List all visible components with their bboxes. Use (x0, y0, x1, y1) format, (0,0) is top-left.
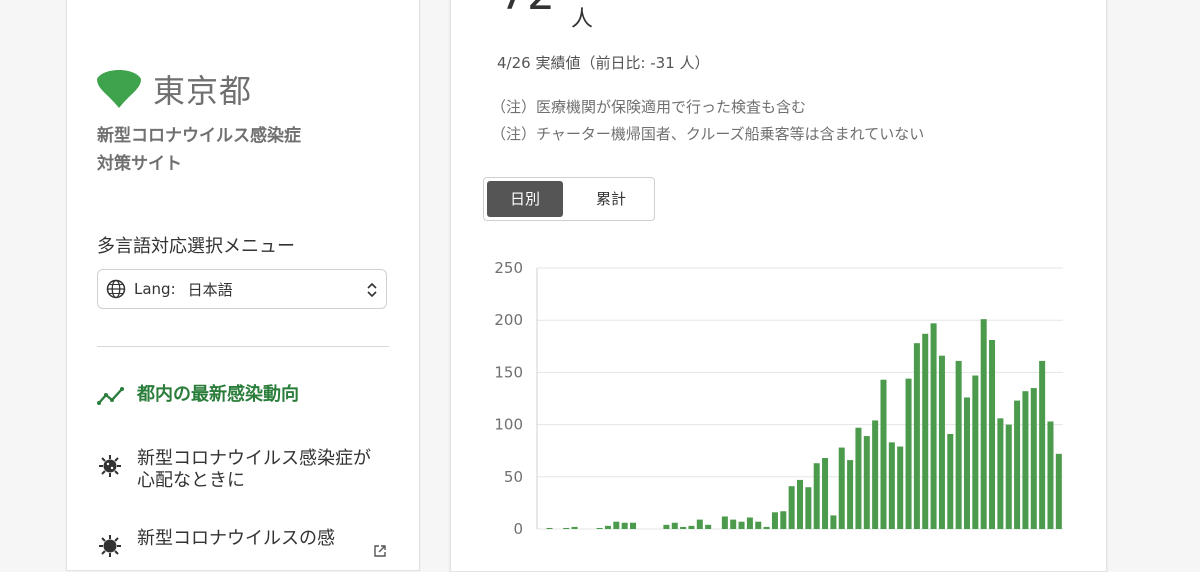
nav-item-latest-trends[interactable]: 都内の最新感染動向 (97, 384, 387, 408)
lang-value: 日本語 (187, 280, 233, 299)
trend-line-icon (97, 387, 124, 405)
bar[interactable] (604, 525, 611, 529)
bar[interactable] (913, 343, 920, 529)
bar[interactable] (571, 526, 578, 529)
patient-count: 72 (499, 0, 555, 20)
bar[interactable] (663, 524, 670, 529)
bar[interactable] (1030, 388, 1037, 529)
bar[interactable] (847, 460, 854, 529)
bar[interactable] (963, 397, 970, 529)
bar[interactable] (755, 521, 762, 529)
bar[interactable] (980, 319, 987, 529)
bar[interactable] (930, 323, 937, 529)
bar[interactable] (671, 522, 678, 529)
bar[interactable] (788, 486, 795, 529)
external-link-icon (374, 545, 386, 557)
nav-label: 都内の最新感染動向 (137, 384, 299, 405)
bar[interactable] (1055, 453, 1062, 529)
bar[interactable] (897, 446, 904, 529)
bar[interactable] (621, 522, 628, 529)
bar[interactable] (763, 526, 770, 529)
bar[interactable] (630, 522, 637, 529)
bar[interactable] (780, 511, 787, 529)
bar[interactable] (838, 447, 845, 529)
note-2: （注）チャーター機帰国者、クルーズ船乗客等は含まれていない (491, 125, 925, 143)
lang-label: Lang: (134, 280, 176, 298)
bar[interactable] (688, 525, 695, 529)
logo-text: 東京都 (153, 72, 253, 110)
bar[interactable] (1022, 391, 1029, 529)
y-tick-label: 150 (494, 363, 523, 381)
daily-button[interactable]: 日別 (487, 181, 563, 217)
tokyo-ginkgo-logo-icon (97, 70, 141, 108)
chevron-up-down-icon (367, 282, 377, 298)
daily-bar-chart: 0 50 100 150 200 250 (494, 259, 1063, 538)
bar[interactable] (972, 375, 979, 529)
y-tick-label: 50 (504, 468, 523, 486)
bar[interactable] (888, 442, 895, 529)
bar[interactable] (1014, 400, 1021, 529)
bar[interactable] (546, 527, 553, 529)
cumulative-button[interactable]: 累計 (573, 181, 649, 217)
date-line: 4/26 実績値（前日比: -31 人） (497, 54, 710, 72)
bar[interactable] (863, 436, 870, 529)
y-tick-label: 0 (513, 520, 523, 538)
site-logo[interactable]: 東京都 (97, 66, 252, 112)
bar[interactable] (922, 333, 929, 529)
site-title-line1: 新型コロナウイルス感染症 (97, 126, 301, 146)
bar[interactable] (771, 512, 778, 529)
bar[interactable] (746, 517, 753, 529)
bar[interactable] (705, 524, 712, 529)
nav-label: 新型コロナウイルスの感 (137, 528, 335, 549)
bar[interactable] (938, 355, 945, 529)
lang-menu-title: 多言語対応選択メニュー (97, 236, 295, 257)
main-card: 72 人 4/26 実績値（前日比: -31 人） （注）医療機関が保険適用で行… (450, 0, 1107, 572)
bar[interactable] (947, 433, 954, 529)
bar[interactable] (738, 521, 745, 529)
globe-icon (106, 279, 126, 299)
virus-icon (99, 535, 121, 557)
bar[interactable] (596, 527, 603, 529)
language-select[interactable]: Lang: 日本語 (97, 269, 387, 309)
bar[interactable] (721, 516, 728, 529)
bar[interactable] (830, 515, 837, 529)
bar[interactable] (1047, 421, 1054, 529)
bar[interactable] (796, 479, 804, 529)
virus-icon (99, 455, 121, 477)
note-1: （注）医療機関が保険適用で行った検査も含む (491, 98, 807, 116)
y-tick-label: 200 (494, 311, 523, 329)
bar[interactable] (813, 463, 820, 529)
sidebar-divider (97, 346, 389, 347)
bar[interactable] (955, 360, 962, 529)
bar[interactable] (989, 340, 996, 529)
bar[interactable] (805, 487, 812, 529)
bar[interactable] (855, 427, 862, 529)
site-title-line2: 対策サイト (97, 154, 182, 174)
bar[interactable] (872, 420, 879, 529)
bar[interactable] (822, 458, 829, 529)
nav-item-when-worried[interactable]: 新型コロナウイルス感染症が心配なときに (97, 448, 387, 492)
bar[interactable] (1039, 360, 1046, 529)
patient-count-unit: 人 (571, 7, 594, 32)
bar[interactable] (997, 418, 1004, 529)
sidebar: 東京都 新型コロナウイルス感染症 対策サイト 多言語対応選択メニュー Lang:… (66, 0, 420, 571)
y-tick-label: 100 (494, 416, 523, 434)
bar[interactable] (613, 521, 620, 529)
nav-label: 新型コロナウイルス感染症が心配なときに (137, 448, 371, 491)
bar[interactable] (680, 526, 687, 529)
bar[interactable] (905, 378, 912, 529)
daily-cumulative-toggle[interactable]: 日別 累計 (483, 177, 655, 221)
bar[interactable] (1005, 424, 1012, 529)
site-title: 新型コロナウイルス感染症 対策サイト (97, 122, 357, 178)
bar[interactable] (730, 519, 737, 529)
bar[interactable] (696, 519, 703, 529)
y-tick-label: 250 (494, 259, 523, 277)
bar[interactable] (880, 379, 887, 529)
bar[interactable] (563, 527, 570, 529)
